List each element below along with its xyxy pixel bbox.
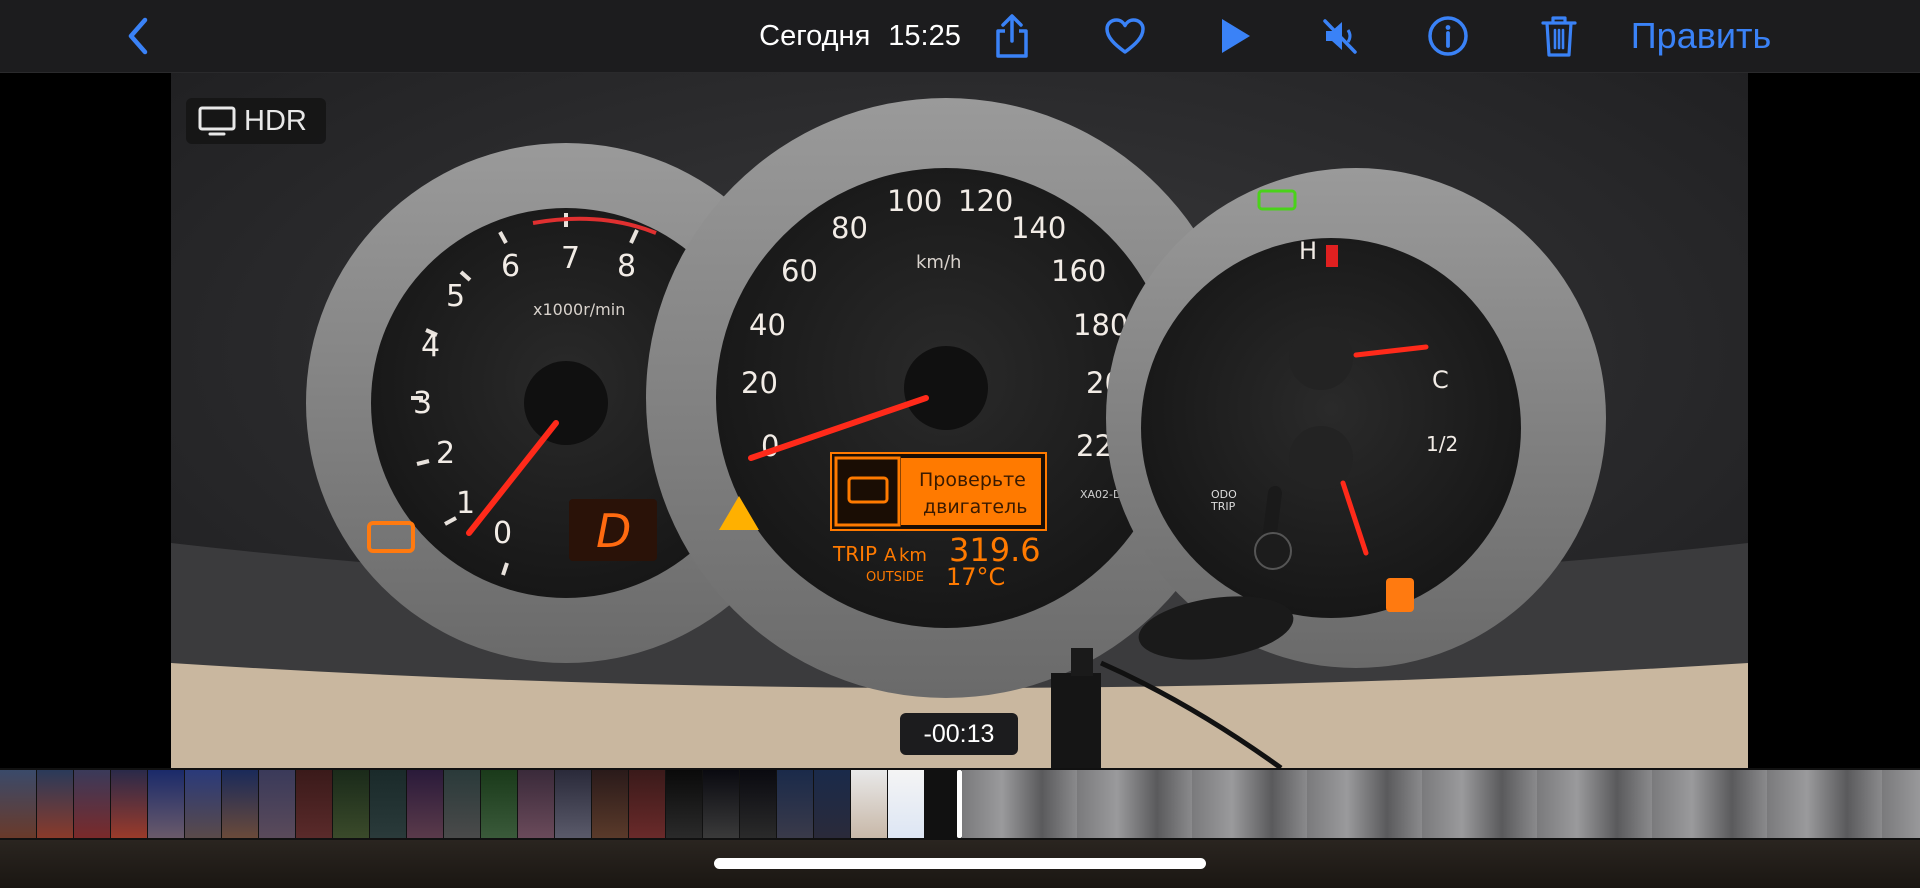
play-icon xyxy=(1222,19,1250,53)
hdr-label: HDR xyxy=(244,104,307,137)
fuel-warning-icon xyxy=(1386,578,1414,612)
speed-number: 0 xyxy=(761,429,779,463)
filmstrip-thumbnail[interactable] xyxy=(148,770,184,838)
chevron-left-icon xyxy=(128,17,148,55)
speed-unit: km/h xyxy=(916,252,961,273)
info-button[interactable] xyxy=(1425,10,1471,62)
filmstrip-thumbnail[interactable] xyxy=(814,770,850,838)
tach-number: 5 xyxy=(446,279,465,314)
display-message-line2: двигатель xyxy=(923,496,1027,518)
heart-icon xyxy=(1105,18,1145,54)
filmstrip-thumbnail[interactable] xyxy=(629,770,665,838)
tach-number: 7 xyxy=(561,241,580,276)
edit-button[interactable]: Править xyxy=(1625,10,1777,62)
filmstrip-thumbnail[interactable] xyxy=(888,770,924,838)
fuel-half-label: 1/2 xyxy=(1426,432,1458,456)
speed-number: 80 xyxy=(831,211,868,245)
info-icon xyxy=(1428,16,1468,56)
tach-number: 1 xyxy=(456,486,475,521)
filmstrip-thumbnail[interactable] xyxy=(222,770,258,838)
filmstrip-thumbnail[interactable] xyxy=(111,770,147,838)
speed-number: 20 xyxy=(741,366,778,400)
tach-number: 3 xyxy=(413,386,432,421)
filmstrip-thumbnail[interactable] xyxy=(370,770,406,838)
filmstrip-video-thumbnail[interactable] xyxy=(962,770,1920,838)
display-message-line1: Проверьте xyxy=(919,469,1026,491)
video-frame[interactable]: 0 1 2 3 4 5 6 7 8 x1000r/min D 0 20 40 6… xyxy=(171,73,1748,768)
speed-number: 100 xyxy=(887,184,942,218)
tach-number: 8 xyxy=(617,249,636,284)
speed-number: 160 xyxy=(1051,254,1106,288)
trip-label: TRIP xyxy=(832,542,877,566)
filmstrip-thumbnail[interactable] xyxy=(259,770,295,838)
temp-low-label: C xyxy=(1432,366,1449,394)
temp-high-label: H xyxy=(1299,237,1317,265)
speed-number: 140 xyxy=(1011,211,1066,245)
filmstrip-thumbnail[interactable] xyxy=(0,770,36,838)
monitor-icon xyxy=(198,106,236,136)
date-label: Сегодня xyxy=(759,19,871,52)
remaining-time-badge: -00:13 xyxy=(900,713,1018,755)
speaker-muted-icon xyxy=(1323,19,1357,54)
outside-temp: 17°C xyxy=(946,563,1005,591)
share-icon xyxy=(996,14,1028,58)
share-button[interactable] xyxy=(988,10,1036,62)
filmstrip-thumbnail[interactable] xyxy=(851,770,887,838)
trip-letter: A xyxy=(884,545,897,566)
home-indicator[interactable] xyxy=(714,858,1206,869)
filmstrip-thumbnail[interactable] xyxy=(555,770,591,838)
cluster-code: XA02-D xyxy=(1080,488,1122,501)
tach-number: 0 xyxy=(493,516,512,551)
trash-icon xyxy=(1541,16,1577,57)
mute-button[interactable] xyxy=(1317,10,1363,62)
back-button[interactable] xyxy=(120,10,156,62)
filmstrip-thumbnail[interactable] xyxy=(518,770,554,838)
speed-number: 40 xyxy=(749,308,786,342)
filmstrip-thumbnail[interactable] xyxy=(185,770,221,838)
filmstrip-thumbnail[interactable] xyxy=(333,770,369,838)
filmstrip-thumbnail[interactable] xyxy=(740,770,776,838)
trip-unit: km xyxy=(899,545,927,566)
top-toolbar: Сегодня 15:25 Править xyxy=(0,0,1920,73)
filmstrip-thumbnail[interactable] xyxy=(481,770,517,838)
tach-unit: x1000r/min xyxy=(533,300,625,319)
outside-label: OUTSIDE xyxy=(866,570,924,585)
tach-number: 2 xyxy=(436,436,455,471)
speed-number: 60 xyxy=(781,254,818,288)
odo-trip-label: TRIP xyxy=(1210,500,1236,513)
filmstrip-thumbnail[interactable] xyxy=(703,770,739,838)
filmstrip-thumbnail[interactable] xyxy=(407,770,443,838)
playhead[interactable] xyxy=(957,770,962,838)
instrument-cluster-image: 0 1 2 3 4 5 6 7 8 x1000r/min D 0 20 40 6… xyxy=(171,73,1748,768)
favorite-button[interactable] xyxy=(1102,10,1148,62)
play-button[interactable] xyxy=(1213,10,1257,62)
filmstrip-thumbnail[interactable] xyxy=(37,770,73,838)
time-label: 15:25 xyxy=(888,19,961,52)
filmstrip-thumbnail[interactable] xyxy=(444,770,480,838)
filmstrip-thumbnail[interactable] xyxy=(74,770,110,838)
filmstrip-thumbnail[interactable] xyxy=(592,770,628,838)
tach-number: 6 xyxy=(501,249,520,284)
filmstrip-thumbnail[interactable] xyxy=(296,770,332,838)
speed-number: 120 xyxy=(958,184,1013,218)
hdr-badge: HDR xyxy=(186,98,326,144)
delete-button[interactable] xyxy=(1538,10,1580,62)
filmstrip-thumbnail[interactable] xyxy=(666,770,702,838)
media-datetime: Сегодня 15:25 xyxy=(700,18,1020,54)
filmstrip-thumbnail[interactable] xyxy=(777,770,813,838)
tach-number: 4 xyxy=(421,329,440,364)
gear-indicator: D xyxy=(596,504,631,558)
